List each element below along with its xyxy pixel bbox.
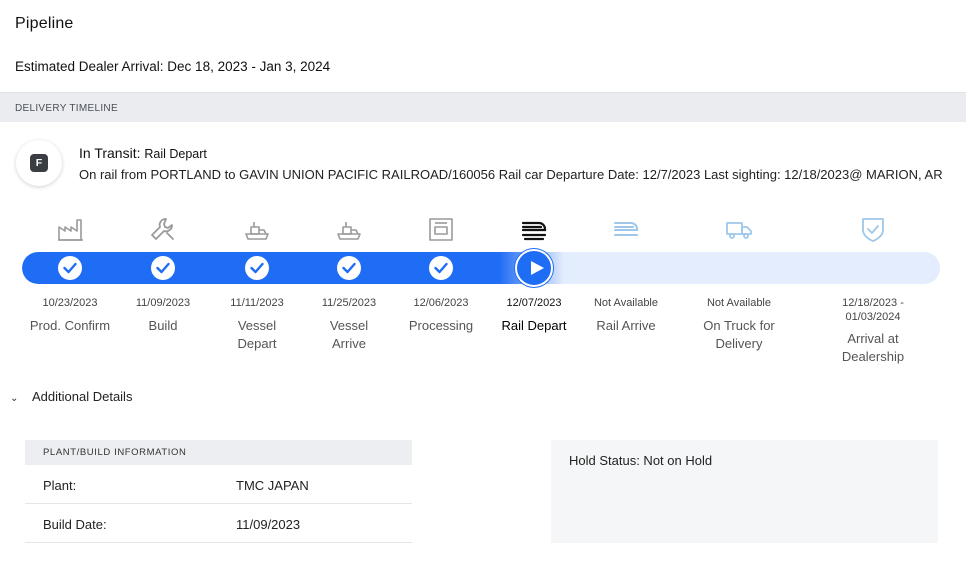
wrench-icon [148, 214, 178, 244]
plant-build-card: PLANT/BUILD INFORMATION Plant: TMC JAPAN… [25, 440, 412, 543]
build-date-value: 11/09/2023 [236, 517, 301, 532]
stage-complete-check-icon [151, 256, 175, 280]
status-badge: F [30, 154, 48, 172]
build-date-row: Build Date: 11/09/2023 [25, 504, 412, 543]
ship-icon [334, 214, 364, 244]
status-value: Rail Depart [144, 147, 207, 161]
stage-arrival-dealership: 12/18/2023 - 01/03/2024 Arrival at Deale… [818, 296, 928, 366]
timeline-markers [0, 249, 978, 287]
status-description: On rail from PORTLAND to GAVIN UNION PAC… [79, 167, 943, 182]
stage-icons-row [0, 214, 978, 246]
processing-icon [426, 214, 456, 244]
plant-label: Plant: [43, 478, 77, 493]
stage-rail-arrive: Not Available Rail Arrive [571, 296, 681, 335]
stage-complete-check-icon [245, 256, 269, 280]
page-title: Pipeline [15, 15, 74, 32]
plant-row: Plant: TMC JAPAN [25, 465, 412, 504]
stage-complete-check-icon [429, 256, 453, 280]
stage-on-truck: Not Available On Truck for Delivery [684, 296, 794, 353]
hold-status: Hold Status: Not on Hold [569, 453, 713, 468]
additional-details-toggle[interactable]: ⌄ Additional Details [10, 389, 132, 404]
stage-date: 12/18/2023 - 01/03/2024 [842, 297, 904, 323]
stage-complete-check-icon [58, 256, 82, 280]
hold-status-card: Hold Status: Not on Hold [551, 440, 938, 543]
status-heading: In Transit: Rail Depart [79, 145, 207, 161]
current-stage-play-icon [515, 249, 553, 287]
additional-details-label: Additional Details [32, 389, 133, 404]
estimated-arrival: Estimated Dealer Arrival: Dec 18, 2023 -… [15, 59, 331, 74]
chevron-down-icon: ⌄ [10, 393, 19, 404]
stage-name: Vessel Arrive [329, 318, 369, 351]
stage-complete-check-icon [337, 256, 361, 280]
stage-name: Rail Arrive [596, 318, 656, 333]
stage-date: Not Available [706, 297, 771, 309]
train-icon [519, 214, 549, 244]
train-icon [611, 214, 641, 244]
section-title: DELIVERY TIMELINE [15, 103, 118, 114]
ship-icon [242, 214, 272, 244]
build-date-label: Build Date: [43, 517, 107, 532]
truck-icon [724, 214, 754, 244]
stage-date: Not Available [593, 297, 658, 309]
delivery-timeline-header: DELIVERY TIMELINE [0, 92, 966, 122]
stage-name: Vessel Depart [237, 318, 277, 351]
stage-name: On Truck for Delivery [703, 318, 775, 351]
status-avatar: F [16, 140, 62, 186]
factory-icon [55, 214, 85, 244]
stage-name: Arrival at Dealership [841, 331, 905, 364]
status-label: In Transit: [79, 145, 141, 161]
shield-check-icon [858, 214, 888, 244]
plant-build-title: PLANT/BUILD INFORMATION [25, 440, 412, 465]
plant-value: TMC JAPAN [236, 478, 309, 493]
